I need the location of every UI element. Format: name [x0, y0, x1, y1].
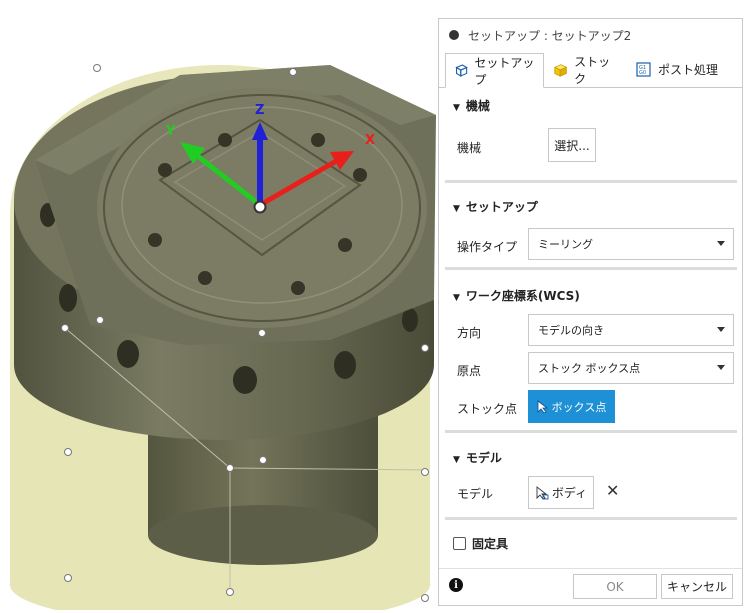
origin-label: 原点: [457, 364, 482, 378]
orientation-value: モデルの向き: [538, 324, 604, 337]
model-selection-label: ボディ: [551, 486, 588, 500]
section-divider: [445, 517, 737, 520]
chevron-down-icon: [717, 241, 725, 246]
stock-point-label: ストック点: [457, 402, 518, 416]
origin-select[interactable]: ストック ボックス点: [528, 352, 734, 384]
tab-stock[interactable]: ストック: [545, 53, 625, 86]
orientation-label: 方向: [457, 326, 482, 340]
tab-setup[interactable]: セットアップ: [445, 53, 544, 88]
tab-post-process[interactable]: G1 G0 ポスト処理: [627, 53, 732, 86]
axis-label-x: X: [365, 133, 376, 148]
section-header-setup[interactable]: ▼ セットアップ: [453, 198, 538, 215]
clear-selection-icon[interactable]: ✕: [606, 481, 619, 500]
stock-point-button-label: ボックス点: [551, 400, 607, 414]
model-label: モデル: [457, 487, 494, 501]
dialog-tabs: セットアップ ストック G1 G0 ポスト処理: [439, 51, 742, 88]
machine-label: 機械: [457, 141, 482, 155]
ok-button[interactable]: OK: [573, 574, 657, 599]
model-selection-button[interactable]: ボディ: [528, 476, 594, 509]
operation-type-label: 操作タイプ: [457, 240, 518, 254]
pointer-cursor-icon: [537, 399, 548, 414]
svg-text:G0: G0: [639, 70, 646, 76]
origin-value: ストック ボックス点: [538, 362, 641, 375]
tab-setup-label: セットアップ: [474, 55, 535, 87]
collapse-triangle-icon: ▼: [453, 293, 460, 303]
operation-type-select[interactable]: ミーリング: [528, 228, 734, 260]
tab-post-process-label: ポスト処理: [658, 63, 719, 77]
chevron-down-icon: [717, 365, 725, 370]
nc-program-icon: G1 G0: [636, 62, 651, 77]
dialog-collapse-icon[interactable]: [449, 30, 459, 40]
collapse-triangle-icon: ▼: [453, 455, 460, 465]
chevron-down-icon: [717, 327, 725, 332]
operation-type-value: ミーリング: [538, 238, 593, 251]
section-header-machine[interactable]: ▼ 機械: [453, 97, 490, 114]
stock-box-icon: [553, 64, 568, 77]
section-divider: [445, 180, 737, 183]
dialog-titlebar[interactable]: セットアップ : セットアップ2: [439, 19, 742, 51]
dialog-footer: i OK キャンセル: [439, 568, 742, 605]
stock-point-button[interactable]: ボックス点: [528, 390, 615, 423]
section-header-wcs[interactable]: ▼ ワーク座標系(WCS): [453, 287, 580, 304]
section-header-model[interactable]: ▼ モデル: [453, 449, 502, 466]
dialog-title: セットアップ : セットアップ2: [468, 28, 632, 43]
orientation-select[interactable]: モデルの向き: [528, 314, 734, 346]
setup-cube-icon: [455, 64, 468, 77]
pointer-cursor-icon: [536, 485, 549, 500]
fixture-label: 固定具: [472, 537, 509, 551]
section-divider: [445, 430, 737, 433]
axis-label-y: Y: [166, 124, 176, 139]
setup-dialog: セットアップ : セットアップ2 セットアップ ストック G1 G0 ポスト処理…: [438, 18, 743, 606]
collapse-triangle-icon: ▼: [453, 103, 460, 113]
fixture-checkbox[interactable]: [453, 537, 466, 550]
machine-select-button[interactable]: 選択...: [548, 128, 596, 162]
section-divider: [445, 267, 737, 270]
cancel-button[interactable]: キャンセル: [661, 574, 733, 599]
axis-label-z: Z: [255, 103, 265, 118]
collapse-triangle-icon: ▼: [453, 204, 460, 214]
info-icon[interactable]: i: [449, 578, 463, 592]
wcs-origin: [253, 200, 267, 214]
tab-stock-label: ストック: [574, 54, 611, 86]
fixture-row: 固定具: [453, 535, 508, 552]
